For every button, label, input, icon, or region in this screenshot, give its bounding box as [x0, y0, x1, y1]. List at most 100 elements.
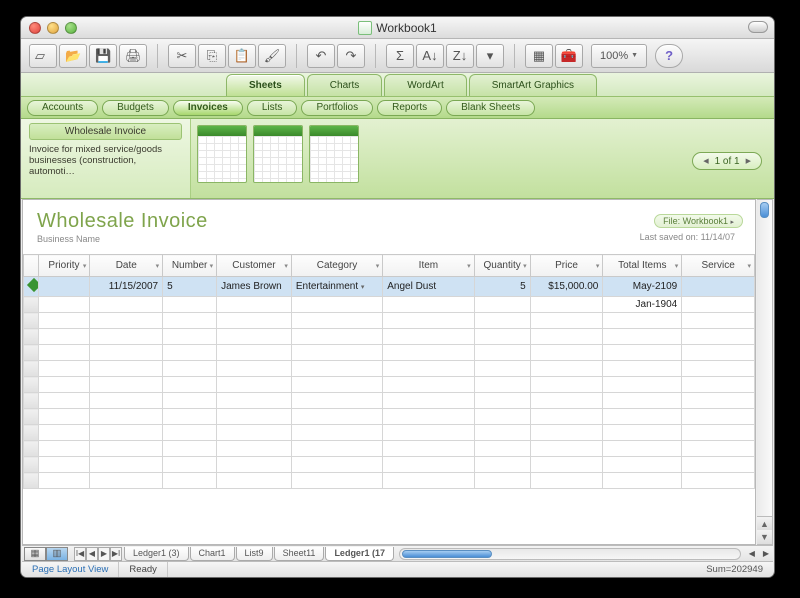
cell-customer[interactable] — [217, 345, 292, 361]
cell-quantity[interactable] — [474, 361, 530, 377]
cell-price[interactable]: $15,000.00 — [530, 277, 603, 297]
cell-quantity[interactable] — [474, 393, 530, 409]
cell-number[interactable] — [163, 473, 217, 489]
ribbon-tab-charts[interactable]: Charts — [307, 74, 382, 96]
sheet-tab[interactable]: Ledger1 (17 — [325, 547, 394, 561]
cell-customer[interactable] — [217, 377, 292, 393]
table-row[interactable]: 11/15/20075James BrownEntertainment ▾Ang… — [24, 277, 755, 297]
ribbon-tab-sheets[interactable]: Sheets — [226, 74, 305, 96]
cell-priority[interactable] — [38, 425, 90, 441]
col-number[interactable]: Number▾ — [163, 255, 217, 277]
sheet-tab[interactable]: Sheet11 — [274, 547, 325, 561]
cell-item[interactable] — [383, 441, 474, 457]
cell-date[interactable] — [90, 393, 163, 409]
cell-total_items[interactable]: Jan-1904 — [603, 297, 682, 313]
cell-number[interactable] — [163, 409, 217, 425]
cell-service[interactable] — [682, 393, 755, 409]
row-handle[interactable] — [24, 441, 39, 457]
vertical-scrollbar[interactable]: ▲ ▼ — [757, 199, 773, 545]
sheet-tab[interactable]: Chart1 — [190, 547, 235, 561]
subtab-blank[interactable]: Blank Sheets — [446, 100, 535, 116]
cell-date[interactable] — [90, 441, 163, 457]
cell-quantity[interactable] — [474, 409, 530, 425]
table-row[interactable] — [24, 313, 755, 329]
row-handle[interactable] — [24, 297, 39, 313]
cell-quantity[interactable] — [474, 473, 530, 489]
row-handle[interactable] — [24, 329, 39, 345]
cell-quantity[interactable] — [474, 329, 530, 345]
table-row[interactable] — [24, 457, 755, 473]
cell-priority[interactable] — [38, 377, 90, 393]
col-priority[interactable]: Priority▾ — [38, 255, 90, 277]
table-row[interactable] — [24, 329, 755, 345]
redo-button[interactable]: ↷ — [337, 44, 365, 68]
cell-price[interactable] — [530, 409, 603, 425]
cell-item[interactable] — [383, 409, 474, 425]
cell-item[interactable] — [383, 329, 474, 345]
col-item[interactable]: Item▾ — [383, 255, 474, 277]
cell-category[interactable]: Entertainment ▾ — [291, 277, 382, 297]
subtab-lists[interactable]: Lists — [247, 100, 298, 116]
row-handle[interactable] — [24, 409, 39, 425]
cell-price[interactable] — [530, 313, 603, 329]
new-button[interactable]: ▱ — [29, 44, 57, 68]
help-button[interactable]: ? — [655, 44, 683, 68]
subtab-accounts[interactable]: Accounts — [27, 100, 98, 116]
cell-total_items[interactable] — [603, 409, 682, 425]
table-row[interactable] — [24, 441, 755, 457]
subtab-invoices[interactable]: Invoices — [173, 100, 243, 116]
cell-customer[interactable] — [217, 409, 292, 425]
col-customer[interactable]: Customer▾ — [217, 255, 292, 277]
sort-asc-button[interactable]: A↓ — [416, 44, 444, 68]
cell-priority[interactable] — [38, 473, 90, 489]
cell-customer[interactable] — [217, 473, 292, 489]
table-row[interactable] — [24, 409, 755, 425]
pager-next-icon[interactable]: ▶ — [746, 157, 751, 165]
cell-total_items[interactable]: May-2109 — [603, 277, 682, 297]
cell-customer[interactable] — [217, 361, 292, 377]
cell-total_items[interactable] — [603, 393, 682, 409]
cell-category[interactable] — [291, 345, 382, 361]
filter-button[interactable]: ▾ — [476, 44, 504, 68]
ribbon-tab-wordart[interactable]: WordArt — [384, 74, 467, 96]
table-row[interactable] — [24, 425, 755, 441]
cell-priority[interactable] — [38, 297, 90, 313]
cell-date[interactable] — [90, 361, 163, 377]
undo-button[interactable]: ↶ — [307, 44, 335, 68]
row-handle[interactable] — [24, 473, 39, 489]
cell-priority[interactable] — [38, 329, 90, 345]
cell-customer[interactable] — [217, 313, 292, 329]
file-info-pill[interactable]: File: Workbook1 ▸ — [654, 214, 743, 228]
col-date[interactable]: Date▾ — [90, 255, 163, 277]
cell-price[interactable] — [530, 393, 603, 409]
cell-number[interactable] — [163, 297, 217, 313]
table-row[interactable] — [24, 361, 755, 377]
cell-number[interactable] — [163, 441, 217, 457]
cell-category[interactable] — [291, 457, 382, 473]
cell-date[interactable] — [90, 425, 163, 441]
cell-date[interactable]: 11/15/2007 — [90, 277, 163, 297]
cell-date[interactable] — [90, 473, 163, 489]
zoom-button[interactable] — [65, 22, 77, 34]
cell-total_items[interactable] — [603, 473, 682, 489]
row-handle[interactable] — [24, 313, 39, 329]
cut-button[interactable]: ✂ — [168, 44, 196, 68]
cell-service[interactable] — [682, 409, 755, 425]
cell-item[interactable] — [383, 361, 474, 377]
cell-date[interactable] — [90, 377, 163, 393]
cell-priority[interactable] — [38, 393, 90, 409]
row-handle[interactable] — [24, 425, 39, 441]
gallery-toggle-button[interactable]: ▦ — [525, 44, 553, 68]
cell-price[interactable] — [530, 297, 603, 313]
cell-price[interactable] — [530, 361, 603, 377]
table-row[interactable] — [24, 377, 755, 393]
close-button[interactable] — [29, 22, 41, 34]
cell-number[interactable] — [163, 393, 217, 409]
cell-category[interactable] — [291, 297, 382, 313]
cell-number[interactable] — [163, 457, 217, 473]
cell-total_items[interactable] — [603, 377, 682, 393]
cell-priority[interactable] — [38, 409, 90, 425]
cell-item[interactable]: Angel Dust — [383, 277, 474, 297]
cell-price[interactable] — [530, 377, 603, 393]
ribbon-tab-smartart[interactable]: SmartArt Graphics — [469, 74, 597, 96]
